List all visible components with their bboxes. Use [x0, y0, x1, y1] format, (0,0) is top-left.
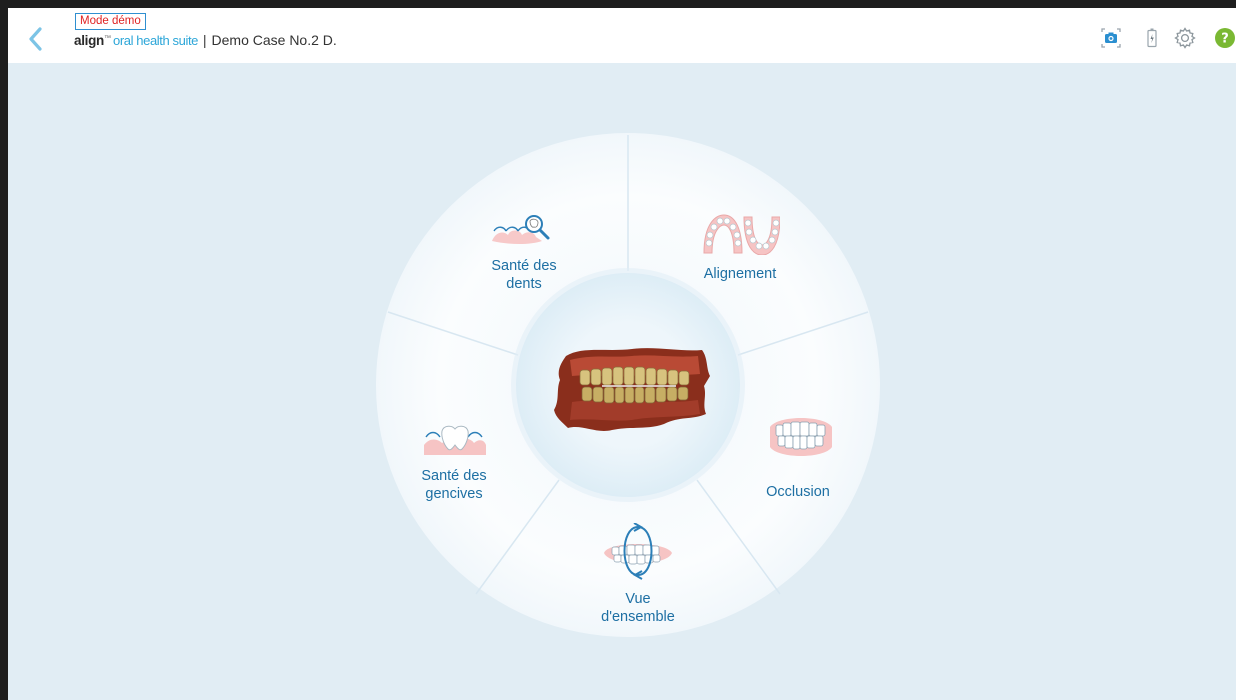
segment-occlusion-label[interactable]: Occlusion — [748, 483, 848, 501]
gum-tooth-icon — [424, 425, 486, 455]
settings-button[interactable] — [1174, 27, 1196, 49]
app-title: align ™ oral health suite | Demo Case No… — [74, 32, 337, 48]
dental-arches-icon — [703, 214, 781, 256]
battery-status[interactable] — [1141, 27, 1163, 49]
segment-gum-health-label[interactable]: Santé des gencives — [404, 467, 504, 503]
brand-logo-align: align — [74, 33, 105, 48]
teeth-bite-icon — [770, 418, 832, 456]
rotate-jaw-icon — [604, 522, 672, 580]
segment-tooth-health-icon[interactable] — [490, 211, 554, 247]
demo-mode-badge: Mode démo — [75, 13, 146, 30]
chevron-left-icon — [29, 27, 42, 51]
battery-icon — [1147, 28, 1157, 48]
segment-alignment-label[interactable]: Alignement — [685, 265, 795, 283]
camera-icon — [1101, 28, 1121, 48]
segment-overview-label[interactable]: Vue d'ensemble — [578, 590, 698, 626]
analysis-wheel: Santé des dents Alignement Occlusion Vue… — [374, 131, 882, 639]
tooth-magnifier-icon — [492, 215, 550, 244]
help-button[interactable]: ? — [1214, 27, 1236, 49]
segment-occlusion-icon[interactable] — [768, 413, 834, 461]
segment-alignment-icon[interactable] — [700, 213, 781, 256]
segment-tooth-health-label[interactable]: Santé des dents — [474, 257, 574, 293]
svg-text:?: ? — [1221, 32, 1229, 47]
title-separator: | — [203, 33, 207, 48]
settings-gear-icon — [1174, 27, 1196, 49]
back-button[interactable] — [26, 26, 46, 52]
help-icon: ? — [1215, 28, 1235, 48]
center-3d-model[interactable] — [552, 344, 712, 436]
case-title: Demo Case No.2 D. — [211, 32, 337, 48]
screenshot-button[interactable] — [1100, 27, 1122, 49]
3d-dental-model-image — [554, 348, 710, 431]
brand-suite-name: oral health suite — [113, 33, 198, 48]
segment-overview-icon[interactable] — [598, 522, 678, 581]
app-window: Mode démo align ™ oral health suite | De… — [8, 8, 1236, 700]
header-bar: Mode démo align ™ oral health suite | De… — [8, 8, 1236, 63]
segment-gum-health-icon[interactable] — [422, 423, 488, 457]
